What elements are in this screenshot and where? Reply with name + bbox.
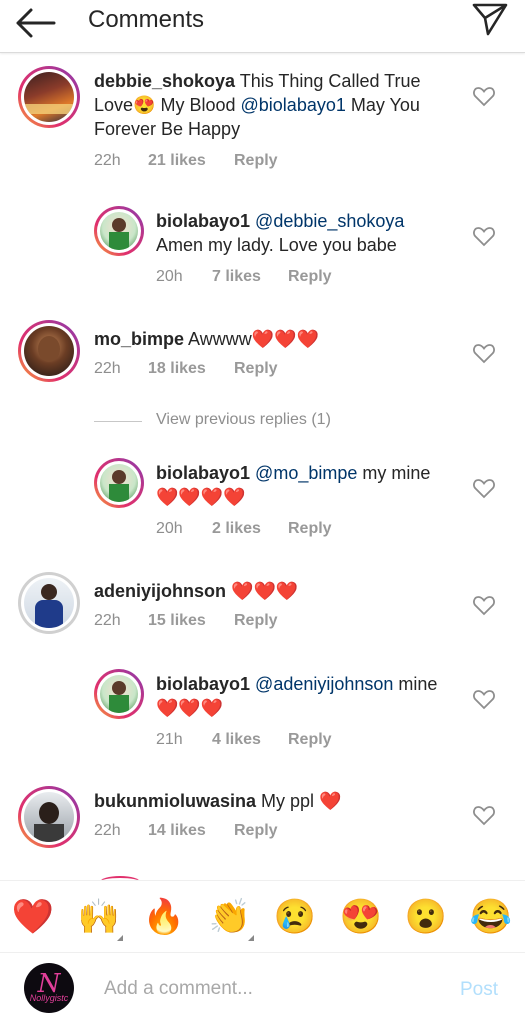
comment-text: debbie_shokoya This Thing Called True Lo… [94, 71, 421, 139]
mention-link[interactable]: @adeniyijohnson [255, 674, 393, 694]
divider [94, 421, 142, 422]
avatar[interactable] [94, 206, 144, 256]
post-button[interactable]: Post [460, 979, 498, 1001]
reply-button[interactable]: Reply [288, 520, 332, 538]
likes-count[interactable]: 18 likes [148, 360, 206, 378]
comment-text: mo_bimpe Awwww❤️❤️❤️ [94, 329, 319, 349]
mention-link[interactable]: @mo_bimpe [255, 463, 357, 483]
likes-count[interactable]: 14 likes [148, 822, 206, 840]
username[interactable]: mo_bimpe [94, 329, 184, 349]
comment-text: adeniyijohnson ❤️❤️❤️ [94, 579, 434, 603]
emoji-fire[interactable]: 🔥 [140, 893, 188, 941]
mention-link[interactable]: @debbie_shokoya [255, 211, 404, 231]
comment-meta: 20h 2 likes Reply [156, 520, 456, 540]
comment-item: mo_bimpe Awwww❤️❤️❤️ 22h 18 likes Reply [0, 318, 525, 393]
username[interactable]: biolabayo1 [156, 211, 250, 231]
username[interactable]: biolabayo1 [156, 674, 250, 694]
comment-text: biolabayo1 @mo_bimpe my mine ❤️❤️❤️❤️ [156, 463, 431, 507]
heart-outline-icon[interactable] [472, 688, 496, 710]
emoji-raised-hands[interactable]: 🙌 [75, 893, 123, 941]
emoji: 😍 [133, 95, 156, 115]
heart-outline-icon[interactable] [472, 804, 496, 826]
timestamp: 22h [94, 612, 121, 629]
emoji-heart[interactable]: ❤️ [9, 893, 57, 941]
emoji-laughing[interactable]: 😂 [467, 893, 515, 941]
timestamp: 22h [94, 822, 121, 839]
comment-text: bukunmioluwasina My ppl ❤️ [94, 791, 342, 811]
timestamp: 22h [94, 360, 121, 377]
likes-count[interactable]: 4 likes [212, 731, 261, 749]
heart-emojis: ❤️ [319, 791, 342, 811]
emoji-surprised[interactable]: 😮 [402, 893, 450, 941]
comment-compose-bar: N Nollygistc Post [0, 952, 525, 1025]
heart-outline-icon[interactable] [472, 342, 496, 364]
timestamp: 21h [156, 731, 183, 748]
heart-outline-icon[interactable] [472, 85, 496, 107]
likes-count[interactable]: 15 likes [148, 612, 206, 630]
likes-count[interactable]: 7 likes [212, 268, 261, 286]
mention-link[interactable]: @biolabayo1 [241, 95, 346, 115]
heart-emojis: ❤️❤️❤️ [251, 329, 319, 349]
avatar[interactable] [18, 66, 80, 128]
comment-text: biolabayo1 @adeniyijohnson mine ❤️❤️❤️ [156, 674, 438, 718]
avatar[interactable] [18, 572, 80, 634]
emoji-quick-bar: ❤️ 🙌 🔥 👏 😢 😍 😮 😂 [0, 880, 525, 953]
comment-text: biolabayo1 @debbie_shokoya Amen my lady. … [156, 211, 405, 255]
heart-outline-icon[interactable] [472, 594, 496, 616]
timestamp: 20h [156, 520, 183, 537]
heart-outline-icon[interactable] [472, 225, 496, 247]
page-title: Comments [88, 6, 205, 33]
comment-meta: 21h 4 likes Reply [156, 731, 456, 751]
comment-item: adeniyijohnson ❤️❤️❤️ 22h 15 likes Reply [0, 570, 525, 645]
comment-meta: 22h 14 likes Reply [94, 822, 394, 842]
reply-button[interactable]: Reply [288, 731, 332, 749]
likes-count[interactable]: 2 likes [212, 520, 261, 538]
timestamp: 20h [156, 268, 183, 285]
heart-emojis: ❤️❤️❤️ [231, 581, 299, 601]
skin-tone-indicator [117, 935, 123, 941]
reply-button[interactable]: Reply [234, 360, 278, 378]
comment-input[interactable] [104, 975, 424, 1003]
top-bar: Comments [0, 0, 525, 53]
avatar-logo: N [37, 969, 61, 999]
heart-emojis: ❤️❤️❤️ [156, 698, 224, 718]
timestamp: 22h [94, 152, 121, 169]
avatar-logo-text: Nollygistc [29, 993, 69, 1003]
reply-item: biolabayo1 @mo_bimpe my mine ❤️❤️❤️❤️ 20h… [0, 452, 525, 547]
comment-meta: 20h 7 likes Reply [156, 268, 456, 288]
reply-button[interactable]: Reply [234, 612, 278, 630]
back-arrow-icon[interactable] [14, 6, 58, 40]
reply-item: biolabayo1 @debbie_shokoya Amen my lady. … [0, 200, 525, 295]
avatar[interactable] [18, 320, 80, 382]
reply-button[interactable]: Reply [234, 152, 278, 170]
username[interactable]: debbie_shokoya [94, 71, 235, 91]
comment-meta: 22h 18 likes Reply [94, 360, 394, 380]
comment-item: debbie_shokoya This Thing Called True Lo… [0, 60, 525, 180]
avatar[interactable] [94, 669, 144, 719]
avatar[interactable] [18, 786, 80, 848]
comment-meta: 22h 15 likes Reply [94, 612, 394, 632]
emoji-crying[interactable]: 😢 [271, 893, 319, 941]
emoji-heart-eyes[interactable]: 😍 [337, 893, 385, 941]
skin-tone-indicator [248, 935, 254, 941]
reply-item: biolabayo1 @adeniyijohnson mine ❤️❤️❤️ 21… [0, 663, 525, 758]
reply-button[interactable]: Reply [234, 822, 278, 840]
reply-button[interactable]: Reply [288, 268, 332, 286]
avatar[interactable] [94, 458, 144, 508]
comment-meta: 22h 21 likes Reply [94, 152, 394, 172]
username[interactable]: adeniyijohnson [94, 581, 226, 601]
username[interactable]: biolabayo1 [156, 463, 250, 483]
heart-emojis: ❤️❤️❤️❤️ [156, 487, 246, 507]
comment-item: bukunmioluwasina My ppl ❤️ 22h 14 likes … [0, 780, 525, 855]
heart-outline-icon[interactable] [472, 477, 496, 499]
direct-send-icon[interactable] [468, 0, 512, 36]
current-user-avatar[interactable]: N Nollygistc [24, 963, 74, 1013]
emoji-clap[interactable]: 👏 [206, 893, 254, 941]
likes-count[interactable]: 21 likes [148, 152, 206, 170]
username[interactable]: bukunmioluwasina [94, 791, 256, 811]
